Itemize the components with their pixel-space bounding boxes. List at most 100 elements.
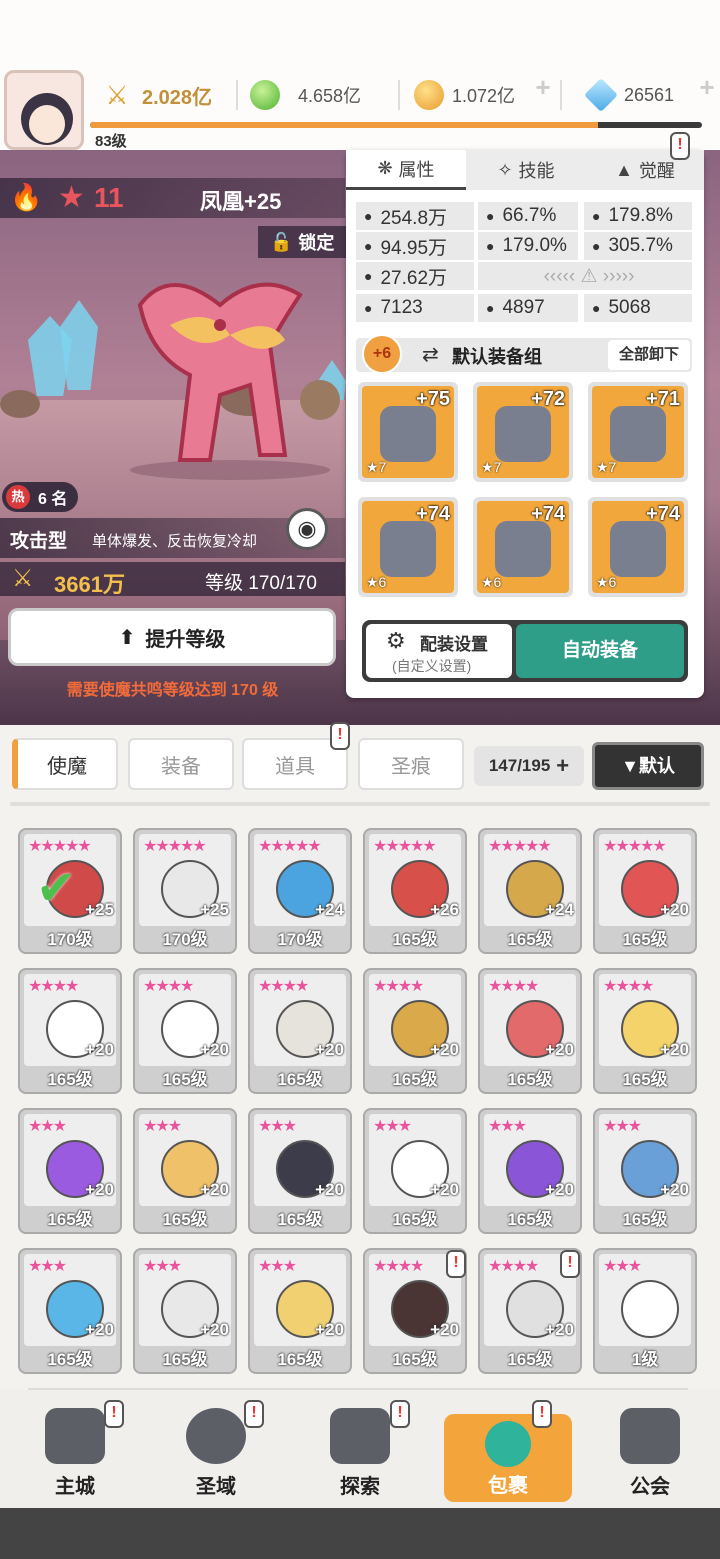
skill-detail-button[interactable]: ◉ (286, 508, 328, 550)
set-badge: +6 (362, 334, 402, 374)
familiar-card[interactable]: ★★★ 1级 (593, 1248, 697, 1374)
nav-sanctuary[interactable]: 圣域 (146, 1395, 286, 1507)
nav-bag[interactable]: 包裹 (444, 1414, 572, 1502)
familiar-card[interactable]: ★★★ +20 165级 (18, 1248, 122, 1374)
loadout-bar: ⚙ 配装设置 (自定义设置) 自动装备 (362, 620, 688, 682)
crossed-swords-icon: ⚔ (12, 565, 34, 592)
familiar-card[interactable]: ★★★ +20 165级 (478, 1108, 582, 1234)
exp-bar (90, 122, 702, 128)
familiar-card[interactable]: ★★★★ +20 165级 (133, 968, 237, 1094)
equipment-slot[interactable]: +75 ★7 (358, 382, 458, 482)
heart-icon: ● (364, 208, 373, 224)
alert-icon: ! (390, 1400, 410, 1428)
familiar-card[interactable]: ★★★★ +20 165级 (478, 968, 582, 1094)
hero-type: 攻击型 (10, 531, 68, 552)
lock-button[interactable]: 🔓 锁定 (258, 226, 346, 258)
alert-icon: ! (670, 132, 690, 160)
plus-icon: + (556, 753, 570, 778)
tab-equipment[interactable]: 装备 (128, 738, 234, 790)
alert-icon: ! (244, 1400, 264, 1428)
equipment-slot[interactable]: +74 ★6 (358, 497, 458, 597)
familiar-card[interactable]: ★★★ +20 165级 (133, 1108, 237, 1234)
top-bar: 83级 ⚔ 2.028亿 4.658亿 1.072亿 + 26561 + (0, 0, 720, 150)
equipped-check-icon: ✔ (36, 862, 77, 915)
familiar-card[interactable]: ★★★★★ +24 165级 (478, 828, 582, 954)
familiar-card[interactable]: ★★★ +20 165级 (18, 1108, 122, 1234)
equipment-slot[interactable]: +71 ★7 (588, 382, 688, 482)
auto-equip-button[interactable]: 自动装备 (516, 624, 684, 678)
divider (10, 802, 710, 806)
green-gem-display: 4.658亿 (250, 76, 361, 114)
inventory-count[interactable]: 147/195 + (474, 746, 584, 786)
add-diamond-button[interactable]: + (692, 74, 720, 104)
upgrade-level-button[interactable]: ⬆ 提升等级 (8, 608, 336, 666)
tab-attributes[interactable]: ❋ 属性 (346, 150, 466, 190)
tab-stigma[interactable]: 圣痕 (358, 738, 464, 790)
familiar-card[interactable]: ★★★★★ +20 165级 (593, 828, 697, 954)
alert-icon: ! (532, 1400, 552, 1428)
unequip-all-button[interactable]: 全部卸下 (608, 340, 690, 370)
equipment-slot[interactable]: +72 ★7 (473, 382, 573, 482)
familiar-card[interactable]: ★★★★ +20 165级 (248, 968, 352, 1094)
familiar-card[interactable]: ★★★ +20 165级 (593, 1108, 697, 1234)
hero-description: 单体爆发、反击恢复冷却 (92, 533, 258, 550)
familiar-card[interactable]: ★★★ +20 165级 (248, 1108, 352, 1234)
equipment-slot[interactable]: +74 ★6 (473, 497, 573, 597)
familiar-card[interactable]: ★★★ +20 165级 (133, 1248, 237, 1374)
diamond-display: 26561 (584, 76, 674, 114)
sword-in-stone-icon (330, 1408, 390, 1464)
equipment-icon (380, 521, 436, 577)
tab-skills[interactable]: ✧ 技能 (466, 150, 586, 190)
set-name[interactable]: 默认装备组 (452, 343, 542, 369)
alert-icon: ! (330, 722, 350, 750)
castle-icon (45, 1408, 105, 1464)
crossed-swords-icon: ⚔ (105, 80, 129, 110)
gear-icon: ⚙ (386, 628, 406, 653)
coin-display: 1.072亿 (414, 76, 515, 114)
hero-star-count: 11 (94, 182, 124, 213)
familiar-card[interactable]: ★★★★ +20 165级 (593, 968, 697, 1094)
hero-header-bar: 🔥 ★ 11 凤凰+25 (0, 178, 345, 218)
familiar-face (621, 1280, 679, 1338)
bag-icon (485, 1421, 531, 1467)
hero-level-text: 等级 170/170 (205, 573, 317, 594)
stat-item: ● 4897 (478, 294, 578, 322)
nav-guild[interactable]: 公会 (580, 1395, 720, 1507)
familiar-card[interactable]: ★★★★★ +25 170级 (133, 828, 237, 954)
player-level: 83级 (95, 133, 127, 150)
equipment-slot[interactable]: +74 ★6 (588, 497, 688, 597)
rank-badge[interactable]: 热 6 名 (2, 482, 78, 512)
sort-button[interactable]: ▼默认 (592, 742, 704, 790)
familiar-card[interactable]: ★★★★★ +24 170级 (248, 828, 352, 954)
player-avatar[interactable] (4, 70, 84, 150)
familiar-card[interactable]: ★★★★ +20 165级 (363, 968, 467, 1094)
element-fire-icon: 🔥 (10, 182, 43, 212)
phoenix-hero-art (130, 282, 330, 480)
diamond-icon (584, 78, 618, 112)
equipment-icon (380, 406, 436, 462)
stat-item: ● 27.62万 (356, 262, 474, 290)
star-icon: ★ (58, 181, 85, 214)
familiar-card[interactable]: ★★★ +20 165级 (248, 1248, 352, 1374)
tab-familiar[interactable]: 使魔 (12, 738, 118, 790)
crosshair-icon: ● (486, 238, 495, 254)
equipment-icon (610, 521, 666, 577)
hero-power: 3661万 (54, 572, 125, 597)
add-coin-button[interactable]: + (528, 74, 558, 104)
guild-helmet-icon (620, 1408, 680, 1464)
lock-icon: 🔓 (270, 231, 293, 252)
awaken-strip: ‹‹‹‹‹ ⚠ ››››› (478, 262, 692, 290)
hero-power-bar: ⚔ 3661万 等级 170/170 (0, 562, 345, 597)
shield-icon: ● (364, 268, 373, 284)
burst-icon: ● (486, 208, 495, 224)
swap-icon[interactable]: ⇄ (422, 342, 439, 367)
familiar-card[interactable]: ★★★★★ +26 165级 (363, 828, 467, 954)
nav-main-city[interactable]: 主城 (5, 1395, 145, 1507)
familiar-card[interactable]: ★★★★ +20 165级 (18, 968, 122, 1094)
config-setting-button[interactable]: ⚙ 配装设置 (自定义设置) (366, 624, 512, 678)
alert-icon: ! (560, 1250, 580, 1278)
arrow-up-icon: ⬆ (118, 626, 136, 649)
stat-item: ● 254.8万 (356, 202, 474, 230)
attribute-icon: ❋ (377, 158, 393, 178)
familiar-card[interactable]: ★★★ +20 165级 (363, 1108, 467, 1234)
